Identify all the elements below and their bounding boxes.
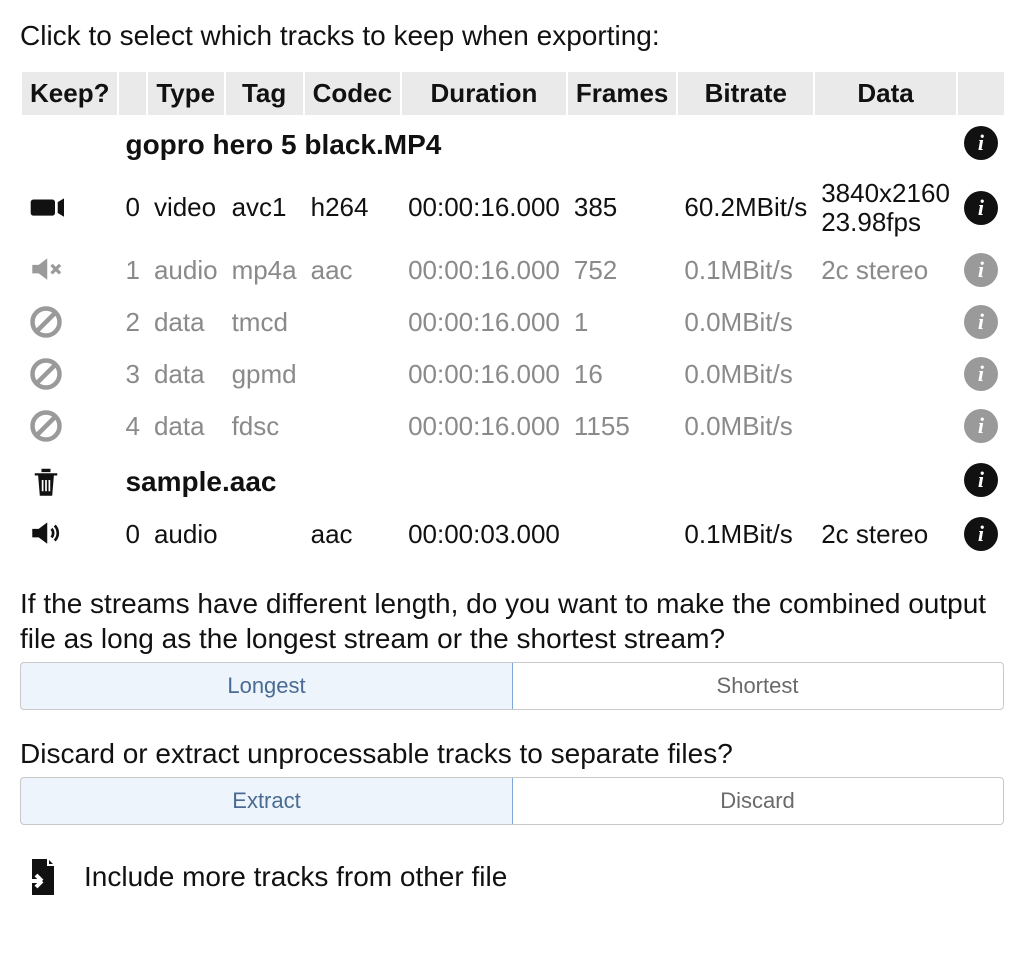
track-index: 0 xyxy=(119,171,145,244)
file-import-icon xyxy=(20,855,64,899)
col-duration: Duration xyxy=(402,72,566,115)
col-bitrate: Bitrate xyxy=(678,72,813,115)
include-more-label: Include more tracks from other file xyxy=(84,861,507,893)
track-tag: fdsc xyxy=(226,400,303,452)
track-frames xyxy=(568,508,677,560)
discard-option-discard[interactable]: Discard xyxy=(512,778,1003,824)
track-bitrate: 0.1MBit/s xyxy=(678,508,813,560)
file-header-row: sample.aac i xyxy=(22,452,1004,508)
track-codec xyxy=(305,348,400,400)
track-index: 3 xyxy=(119,348,145,400)
track-frames: 16 xyxy=(568,348,677,400)
info-icon[interactable]: i xyxy=(964,191,998,225)
info-icon[interactable]: i xyxy=(964,517,998,551)
video-icon[interactable] xyxy=(28,190,111,226)
info-icon[interactable]: i xyxy=(964,126,998,160)
track-type: video xyxy=(148,171,224,244)
track-tag xyxy=(226,508,303,560)
track-index: 0 xyxy=(119,508,145,560)
ban-icon[interactable] xyxy=(28,304,111,340)
track-frames: 385 xyxy=(568,171,677,244)
track-row[interactable]: 4datafdsc 00:00:16.00011550.0MBit/s i xyxy=(22,400,1004,452)
track-row[interactable]: 0videoavc1h26400:00:16.00038560.2MBit/s3… xyxy=(22,171,1004,244)
track-bitrate: 60.2MBit/s xyxy=(678,171,813,244)
track-tag: mp4a xyxy=(226,244,303,296)
track-data xyxy=(815,400,956,452)
track-type: data xyxy=(148,296,224,348)
length-option-longest[interactable]: Longest xyxy=(20,662,513,710)
track-frames: 1155 xyxy=(568,400,677,452)
track-bitrate: 0.0MBit/s xyxy=(678,296,813,348)
track-data: 2c stereo xyxy=(815,508,956,560)
track-tag: avc1 xyxy=(226,171,303,244)
track-type: data xyxy=(148,400,224,452)
col-tag: Tag xyxy=(226,72,303,115)
track-index: 4 xyxy=(119,400,145,452)
track-duration: 00:00:16.000 xyxy=(402,171,566,244)
file-name: gopro hero 5 black.MP4 xyxy=(119,115,955,171)
track-duration: 00:00:16.000 xyxy=(402,244,566,296)
info-icon[interactable]: i xyxy=(964,305,998,339)
track-index: 1 xyxy=(119,244,145,296)
discard-option-extract[interactable]: Extract xyxy=(20,777,513,825)
track-bitrate: 0.1MBit/s xyxy=(678,244,813,296)
discard-segmented-control: Extract Discard xyxy=(20,777,1004,825)
col-type: Type xyxy=(148,72,224,115)
length-segmented-control: Longest Shortest xyxy=(20,662,1004,710)
audio-icon[interactable] xyxy=(28,516,111,552)
track-duration: 00:00:03.000 xyxy=(402,508,566,560)
track-row[interactable]: 0audio aac00:00:03.000 0.1MBit/s2c stereoi xyxy=(22,508,1004,560)
col-keep: Keep? xyxy=(22,72,117,115)
info-icon[interactable]: i xyxy=(964,253,998,287)
track-data xyxy=(815,296,956,348)
file-header-row: gopro hero 5 black.MP4 i xyxy=(22,115,1004,171)
ban-icon[interactable] xyxy=(28,408,111,444)
length-question: If the streams have different length, do… xyxy=(20,586,1004,656)
track-codec xyxy=(305,400,400,452)
track-type: audio xyxy=(148,244,224,296)
instruction-text: Click to select which tracks to keep whe… xyxy=(20,20,1004,52)
col-codec: Codec xyxy=(305,72,400,115)
track-bitrate: 0.0MBit/s xyxy=(678,400,813,452)
track-duration: 00:00:16.000 xyxy=(402,400,566,452)
ban-icon[interactable] xyxy=(28,356,111,392)
track-duration: 00:00:16.000 xyxy=(402,348,566,400)
track-bitrate: 0.0MBit/s xyxy=(678,348,813,400)
trash-icon[interactable] xyxy=(28,462,111,498)
track-type: audio xyxy=(148,508,224,560)
track-tag: tmcd xyxy=(226,296,303,348)
file-name: sample.aac xyxy=(119,452,955,508)
discard-question: Discard or extract unprocessable tracks … xyxy=(20,736,1004,771)
track-row[interactable]: 1audiomp4aaac00:00:16.0007520.1MBit/s2c … xyxy=(22,244,1004,296)
track-data xyxy=(815,348,956,400)
include-more-button[interactable]: Include more tracks from other file xyxy=(20,855,1004,899)
track-data: 2c stereo xyxy=(815,244,956,296)
length-option-shortest[interactable]: Shortest xyxy=(512,663,1003,709)
track-codec: h264 xyxy=(305,171,400,244)
track-codec: aac xyxy=(305,508,400,560)
col-frames: Frames xyxy=(568,72,677,115)
track-codec: aac xyxy=(305,244,400,296)
table-header-row: Keep? Type Tag Codec Duration Frames Bit… xyxy=(22,72,1004,115)
track-frames: 1 xyxy=(568,296,677,348)
track-index: 2 xyxy=(119,296,145,348)
track-row[interactable]: 2datatmcd 00:00:16.00010.0MBit/s i xyxy=(22,296,1004,348)
muted-icon[interactable] xyxy=(28,252,111,288)
col-data: Data xyxy=(815,72,956,115)
track-duration: 00:00:16.000 xyxy=(402,296,566,348)
track-frames: 752 xyxy=(568,244,677,296)
tracks-table: Keep? Type Tag Codec Duration Frames Bit… xyxy=(20,72,1006,560)
track-codec xyxy=(305,296,400,348)
track-data: 3840x216023.98fps xyxy=(815,171,956,244)
info-icon[interactable]: i xyxy=(964,409,998,443)
info-icon[interactable]: i xyxy=(964,463,998,497)
info-icon[interactable]: i xyxy=(964,357,998,391)
track-type: data xyxy=(148,348,224,400)
track-row[interactable]: 3datagpmd 00:00:16.000160.0MBit/s i xyxy=(22,348,1004,400)
track-tag: gpmd xyxy=(226,348,303,400)
